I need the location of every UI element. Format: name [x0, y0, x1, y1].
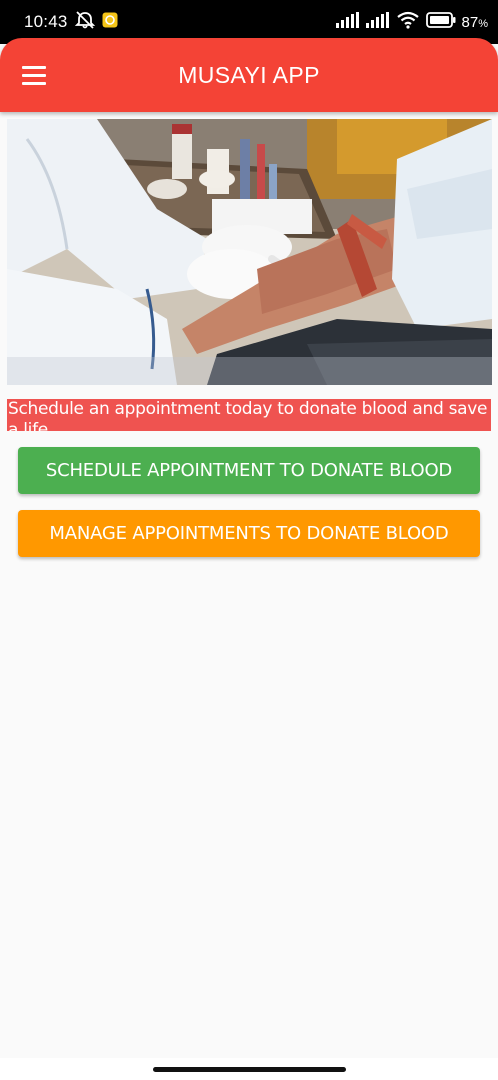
muted-notification-icon — [74, 10, 96, 35]
signal-icon — [365, 11, 390, 33]
manage-appointments-button[interactable]: MANAGE APPOINTMENTS TO DONATE BLOOD — [18, 510, 480, 557]
status-left-icons — [74, 10, 118, 35]
home-gesture-handle[interactable] — [153, 1067, 346, 1072]
app-screen: 10:43 87% MUSAYI APP Schedule an appoint… — [0, 0, 498, 1080]
blood-donation-photo — [7, 119, 492, 385]
battery-percentage: 87% — [461, 13, 488, 31]
app-bar: MUSAYI APP — [0, 38, 498, 112]
schedule-appointment-button[interactable]: SCHEDULE APPOINTMENT TO DONATE BLOOD — [18, 447, 480, 494]
wifi-icon — [396, 11, 420, 34]
status-right-icons: 87% — [335, 11, 488, 34]
status-time: 10:43 — [24, 12, 68, 31]
app-title: MUSAYI APP — [178, 62, 320, 88]
signal-icon — [335, 11, 360, 33]
app-notification-icon — [102, 12, 118, 33]
battery-icon — [425, 11, 456, 33]
banner-text: Schedule an appointment today to donate … — [8, 399, 488, 431]
promo-banner: Schedule an appointment today to donate … — [7, 399, 491, 431]
